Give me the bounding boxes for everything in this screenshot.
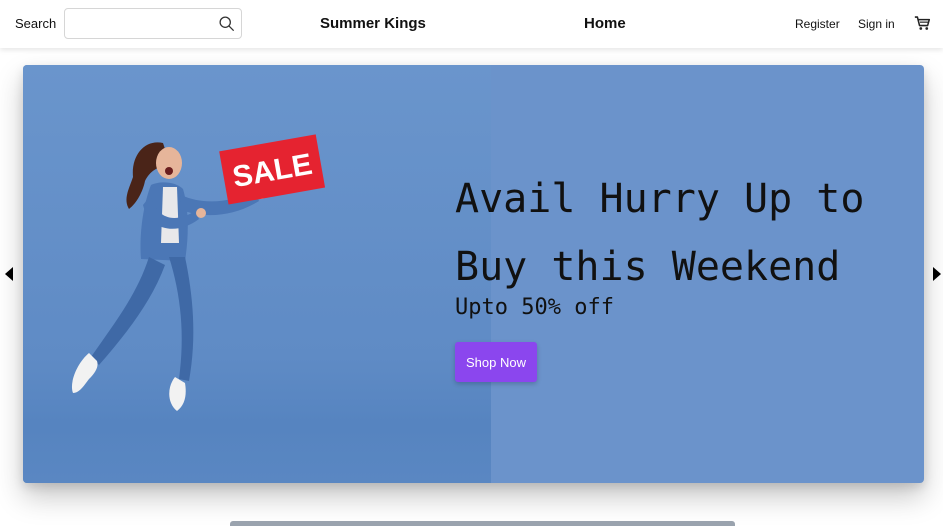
search-icon[interactable] bbox=[218, 15, 235, 32]
hero-photo: SALE bbox=[23, 65, 491, 483]
top-navbar: Search Summer Kings Home Register Sign i… bbox=[0, 0, 943, 48]
carousel-next-icon[interactable] bbox=[931, 266, 943, 282]
shop-now-button[interactable]: Shop Now bbox=[455, 342, 537, 382]
hero-headline-line-1: Avail Hurry Up to bbox=[455, 176, 865, 222]
sign-in-link[interactable]: Sign in bbox=[858, 17, 895, 31]
nav-home-link[interactable]: Home bbox=[584, 15, 626, 32]
next-section-preview bbox=[230, 521, 735, 526]
cart-icon[interactable] bbox=[914, 15, 931, 31]
register-link[interactable]: Register bbox=[795, 17, 840, 31]
hero-headline-line-2: Buy this Weekend bbox=[455, 244, 841, 290]
search-label: Search bbox=[15, 16, 57, 31]
carousel-prev-icon[interactable] bbox=[3, 266, 15, 282]
jumping-woman-with-sale-sign-image: SALE bbox=[71, 134, 326, 411]
search-box[interactable] bbox=[64, 8, 242, 39]
brand-name[interactable]: Summer Kings bbox=[320, 15, 426, 32]
hero-banner: SALE Avail Hurry Up to Buy this Weekend … bbox=[23, 65, 924, 483]
search-input[interactable] bbox=[65, 9, 215, 38]
hero-text-block: Avail Hurry Up to Buy this Weekend Upto … bbox=[455, 165, 915, 320]
